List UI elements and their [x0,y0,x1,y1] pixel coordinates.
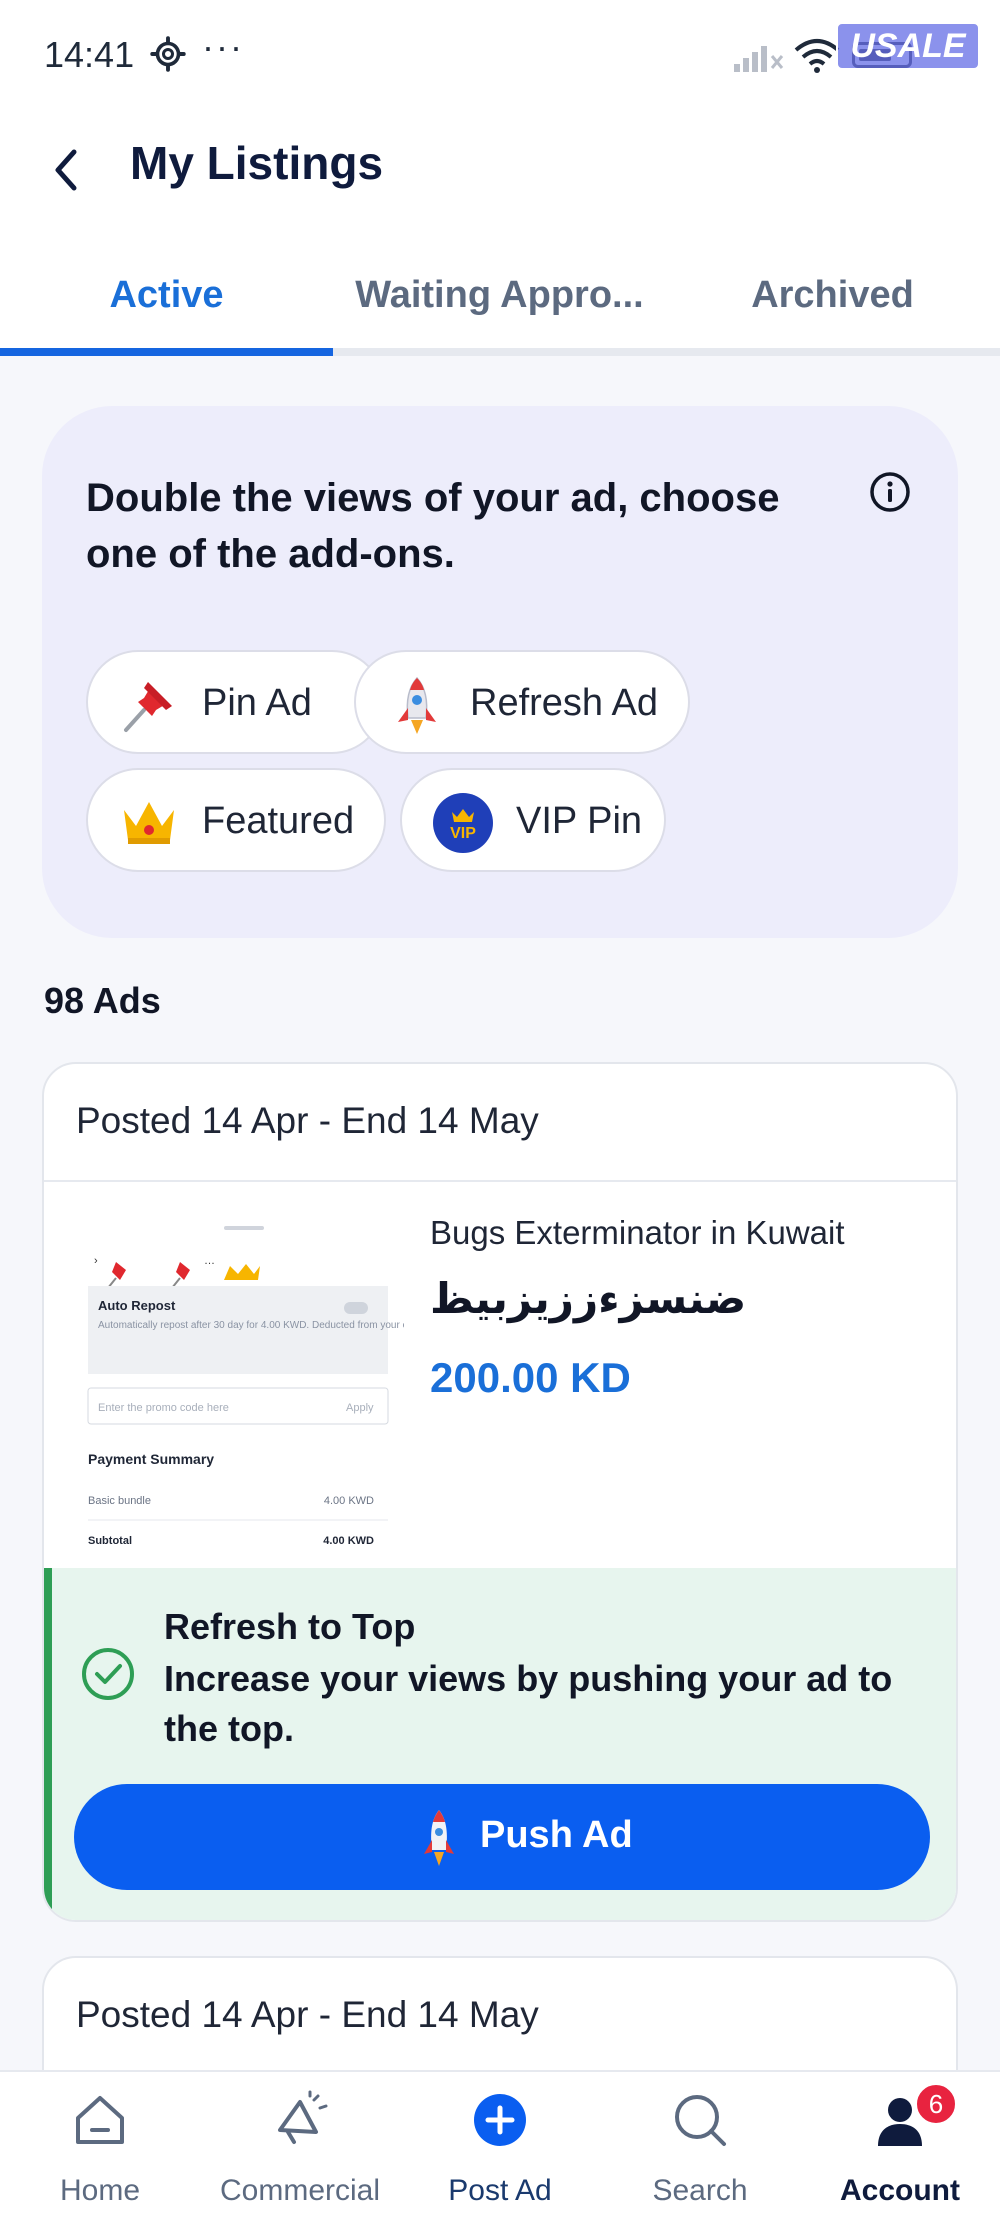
rocket-icon [424,1810,454,1866]
listing-card[interactable]: Posted 14 Apr - End 14 May › … Auto Repo… [42,1062,958,1922]
signal-icon [734,46,784,72]
nav-label: Account [840,2174,960,2207]
nav-label: Search [652,2174,748,2207]
listing-dates: Posted 14 Apr - End 14 May [76,1100,539,1141]
listing-subtitle: Bugs Exterminator in Kuwait [430,1214,845,1251]
notification-badge: 6 [914,2082,958,2126]
info-icon[interactable] [868,470,912,514]
watermark-logo: USALE [836,22,980,70]
addon-label: Featured [202,800,355,842]
addon-vip-pin-button[interactable]: VIP VIP Pin [400,768,666,872]
listing-thumbnail[interactable]: › … Auto Repost Automatically repost aft… [74,1214,404,1594]
check-circle-icon [82,1648,134,1700]
thumb-basic-bundle: Basic bundle [88,1495,151,1507]
header: My Listings [0,110,1000,230]
search-icon [675,2095,726,2146]
addon-pin-ad-button[interactable]: Pin Ad [86,650,384,754]
thumb-auto-repost-desc: Automatically repost after 30 day for 4.… [98,1320,404,1331]
push-ad-label: Push Ad [480,1814,633,1856]
tab-waiting-approval[interactable]: Waiting Appro... [333,274,666,317]
nav-label: Post Ad [448,2174,552,2207]
tab-indicator [0,348,333,356]
thumb-promo-placeholder: Enter the promo code here [98,1402,229,1414]
nav-commercial[interactable]: Commercial [200,2072,400,2222]
page-title: My Listings [130,137,384,189]
addon-refresh-ad-button[interactable]: Refresh Ad [354,650,690,754]
thumb-subtotal-value: 4.00 KWD [323,1535,374,1547]
ads-count: 98 Ads [44,980,161,1021]
nav-search[interactable]: Search [600,2072,800,2222]
push-ad-button[interactable]: Push Ad [74,1784,930,1890]
addon-label: Pin Ad [202,682,312,724]
rocket-icon [398,676,436,734]
refresh-description: Increase your views by pushing your ad t… [164,1658,893,1749]
crown-icon [124,802,174,844]
home-icon [76,2096,124,2144]
thumb-subtotal: Subtotal [88,1535,132,1547]
promo-title: Double the views of your ad, choose one … [86,476,780,576]
nav-label: Home [59,2174,141,2207]
divider [44,1180,956,1182]
vip-icon: VIP [433,793,493,853]
nav-post-ad[interactable]: Post Ad [400,2072,600,2222]
status-bar: 14:41 ··· USALE [0,0,1000,110]
bottom-nav: Home Commercial Post Ad Search 6 Account [0,2070,1000,2222]
addons-promo-card: Double the views of your ad, choose one … [42,406,958,938]
status-time: 14:41 [44,34,135,75]
plus-circle-icon [474,2094,526,2146]
pin-icon [124,682,172,732]
thumb-summary-title: Payment Summary [88,1451,214,1467]
megaphone-icon [278,2090,328,2144]
thumb-basic-bundle-value: 4.00 KWD [324,1495,374,1507]
addon-featured-button[interactable]: Featured [86,768,386,872]
tab-active[interactable]: Active [0,274,333,317]
svg-text:…: … [204,1255,215,1267]
listing-title: ضنسزءززيزبيظ [430,1275,747,1322]
refresh-title: Refresh to Top [164,1606,416,1647]
back-arrow-icon[interactable] [46,140,86,200]
addon-label: VIP Pin [516,800,643,842]
tab-bar: Active Waiting Appro... Archived [0,230,1000,356]
more-dots: ··· [202,26,244,67]
nav-home[interactable]: Home [0,2072,200,2222]
wifi-icon [794,39,840,73]
addon-label: Refresh Ad [470,682,658,724]
nav-account[interactable]: 6 Account [800,2072,1000,2222]
thumb-apply: Apply [346,1402,374,1414]
gear-icon [150,36,186,72]
refresh-to-top-banner: Refresh to Top Increase your views by pu… [44,1568,956,1920]
svg-text:›: › [94,1255,98,1267]
tab-archived[interactable]: Archived [666,274,999,317]
listing-dates: Posted 14 Apr - End 14 May [76,1994,539,2035]
listing-price: 200.00 KD [430,1354,631,1401]
svg-text:VIP: VIP [450,825,476,842]
nav-label: Commercial [219,2174,381,2207]
thumb-auto-repost-title: Auto Repost [98,1298,176,1313]
